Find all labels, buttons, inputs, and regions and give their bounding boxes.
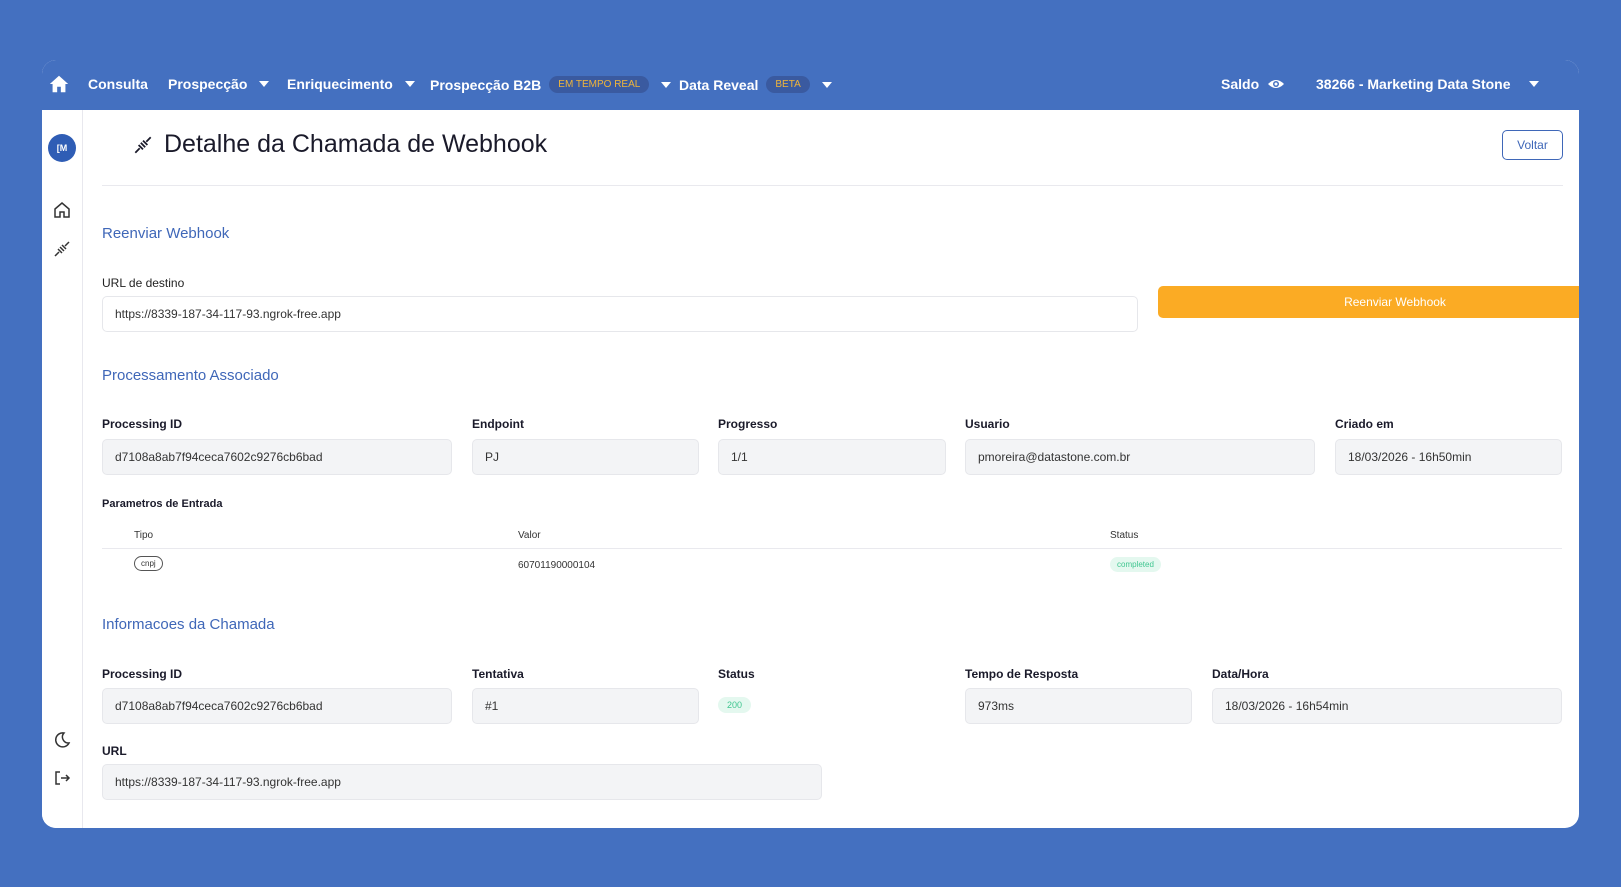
call-processing-id-field: d7108a8ab7f94ceca7602c9276cb6bad [102, 688, 452, 724]
processing-id-label: Processing ID [102, 417, 183, 431]
nav-item-prospeccao[interactable]: Prospecção [168, 76, 270, 92]
page-title: Detalhe da Chamada de Webhook [132, 130, 547, 159]
chevron-down-icon [821, 81, 832, 88]
response-time-field: 973ms [965, 688, 1192, 724]
destination-url-input[interactable]: https://8339-187-34-117-93.ngrok-free.ap… [102, 296, 1138, 332]
status-badge: completed [1110, 557, 1161, 572]
saldo-toggle[interactable]: Saldo [1221, 76, 1285, 92]
eye-icon [1268, 80, 1285, 88]
chevron-down-icon [404, 81, 415, 87]
attempt-field: #1 [472, 688, 699, 724]
home-icon[interactable] [48, 73, 70, 95]
app-window: Consulta Prospecção Enriquecimento Prosp… [42, 60, 1579, 828]
chevron-down-icon [259, 81, 270, 87]
top-navbar: Consulta Prospecção Enriquecimento Prosp… [42, 60, 1579, 110]
home-icon[interactable] [52, 200, 72, 220]
beta-badge: BETA [766, 76, 810, 93]
endpoint-label: Endpoint [472, 417, 524, 431]
call-processing-id-label: Processing ID [102, 667, 183, 681]
response-time-label: Tempo de Resposta [965, 667, 1079, 681]
webhook-plug-icon [134, 136, 152, 153]
user-field: pmoreira@datastone.com.br [965, 439, 1315, 475]
call-url-label: URL [102, 744, 127, 758]
user-label: Usuario [965, 417, 1010, 431]
processing-section-title: Processamento Associado [102, 367, 279, 384]
sidebar: [M [42, 110, 83, 828]
datetime-label: Data/Hora [1212, 667, 1269, 681]
created-at-label: Criado em [1335, 417, 1394, 431]
processing-id-field: d7108a8ab7f94ceca7602c9276cb6bad [102, 439, 452, 475]
column-header-valor: Valor [518, 530, 541, 541]
progress-field: 1/1 [718, 439, 946, 475]
progress-label: Progresso [718, 417, 778, 431]
value-cell: 60701190000104 [518, 560, 596, 571]
datetime-field: 18/03/2026 - 16h54min [1212, 688, 1562, 724]
call-section-title: Informacoes da Chamada [102, 616, 275, 633]
account-menu[interactable]: 38266 - Marketing Data Stone [1316, 76, 1539, 92]
nav-item-consulta[interactable]: Consulta [88, 76, 148, 92]
logout-icon[interactable] [52, 768, 72, 788]
endpoint-field: PJ [472, 439, 699, 475]
nav-item-enriquecimento[interactable]: Enriquecimento [287, 76, 415, 92]
table-divider [102, 548, 1562, 549]
nav-item-prospeccao-b2b[interactable]: Prospecção B2B EM TEMPO REAL [430, 76, 672, 93]
realtime-badge: EM TEMPO REAL [549, 76, 650, 93]
dark-mode-icon[interactable] [52, 730, 72, 750]
resend-webhook-button[interactable]: Reenviar Webhook [1158, 286, 1579, 318]
http-status-badge: 200 [718, 697, 752, 713]
params-table: Tipo Valor Status cnpj 60701190000104 co… [102, 530, 1562, 572]
params-title: Parametros de Entrada [102, 498, 223, 510]
destination-url-label: URL de destino [102, 276, 185, 290]
chevron-down-icon [1528, 81, 1539, 87]
chevron-down-icon [661, 81, 672, 88]
type-chip: cnpj [134, 556, 163, 571]
attempt-label: Tentativa [472, 667, 524, 681]
call-url-field: https://8339-187-34-117-93.ngrok-free.ap… [102, 764, 822, 800]
divider [102, 185, 1563, 186]
column-header-tipo: Tipo [134, 530, 154, 541]
resend-section-title: Reenviar Webhook [102, 225, 230, 242]
column-header-status: Status [1110, 530, 1139, 541]
main-content: Detalhe da Chamada de Webhook Voltar Ree… [102, 110, 1579, 828]
avatar[interactable]: [M [48, 134, 76, 162]
call-status-label: Status [718, 667, 755, 681]
webhook-plug-icon[interactable] [52, 239, 72, 259]
back-button[interactable]: Voltar [1502, 130, 1563, 160]
nav-item-data-reveal[interactable]: Data Reveal BETA [679, 76, 832, 93]
created-at-field: 18/03/2026 - 16h50min [1335, 439, 1562, 475]
